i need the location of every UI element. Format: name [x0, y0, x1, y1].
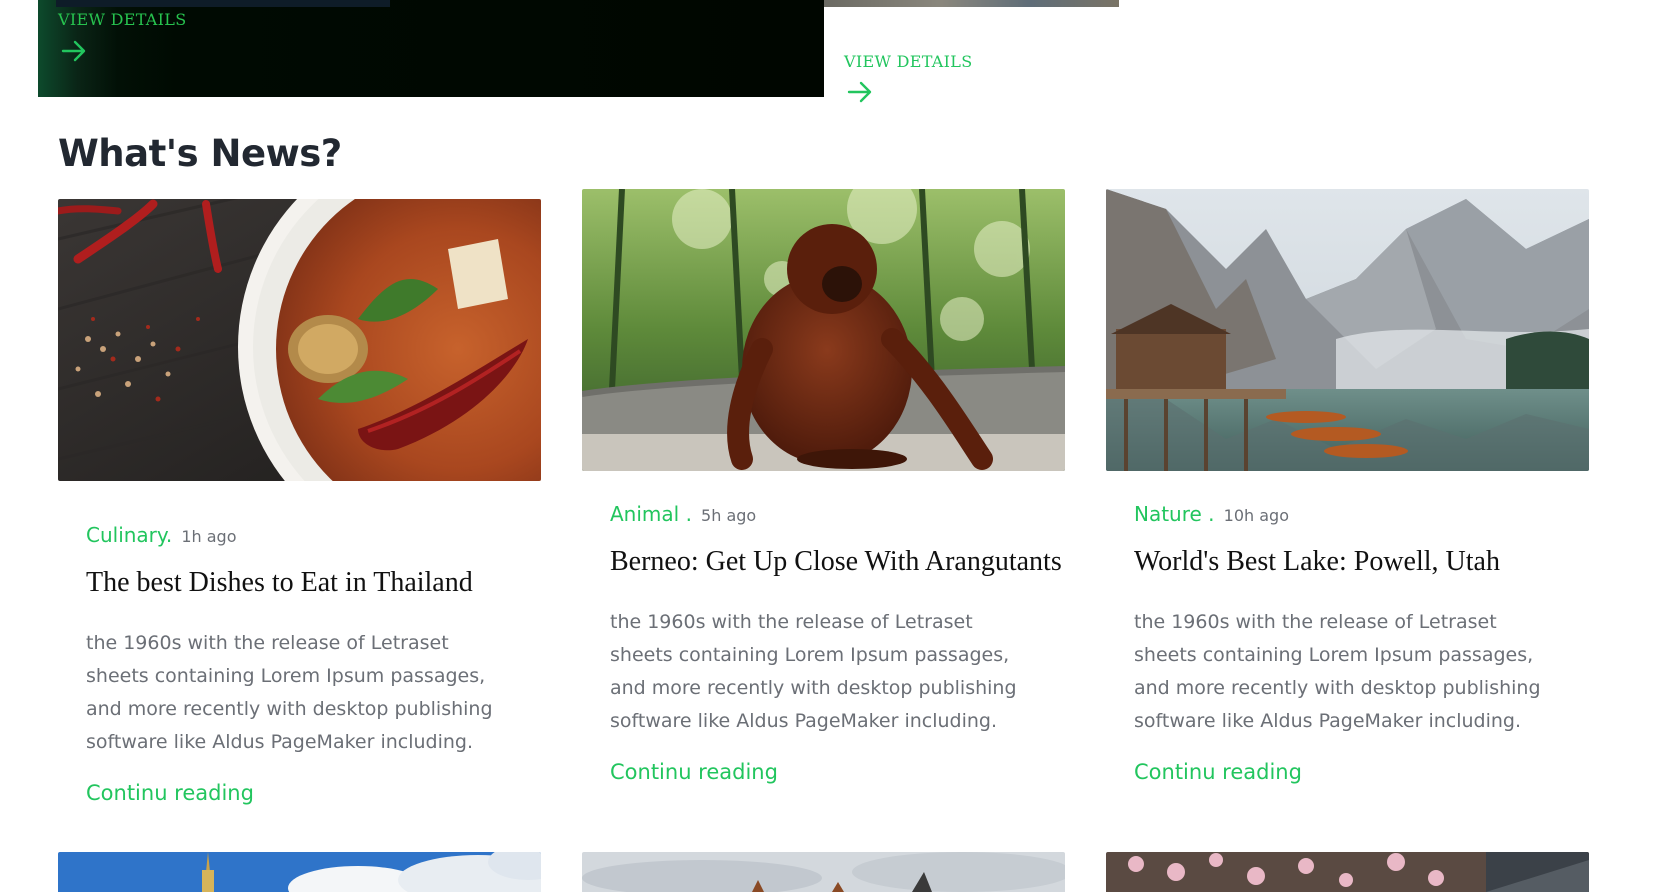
post-time: 1h ago: [181, 527, 237, 546]
orangutan-photo[interactable]: [582, 189, 1065, 471]
view-details-link[interactable]: VIEW DETAILS: [58, 10, 186, 29]
post-time: 10h ago: [1223, 506, 1289, 525]
arrow-right-icon[interactable]: [847, 81, 873, 103]
continue-reading-link[interactable]: Continu reading: [86, 781, 254, 805]
card-meta: Nature . 10h ago: [1134, 502, 1289, 526]
rooftops-photo[interactable]: [582, 852, 1065, 892]
card-excerpt: the 1960s with the release of Letraset s…: [86, 632, 493, 753]
card-meta: Animal . 5h ago: [610, 502, 756, 526]
continue-reading-link[interactable]: Continu reading: [1134, 760, 1302, 784]
hero-image-edge-right: [824, 0, 1119, 7]
category-link[interactable]: Animal .: [610, 502, 692, 526]
card-title[interactable]: Berneo: Get Up Close With Arangutants: [610, 546, 1062, 578]
category-link[interactable]: Nature .: [1134, 502, 1215, 526]
section-title: What's News?: [58, 132, 342, 175]
card-meta: Culinary. 1h ago: [86, 523, 237, 547]
hero-image-edge: [56, 0, 390, 7]
mountain-lake-photo[interactable]: [1106, 189, 1589, 471]
card-excerpt: the 1960s with the release of Letraset s…: [610, 611, 1017, 732]
continue-reading-link[interactable]: Continu reading: [610, 760, 778, 784]
card-excerpt: the 1960s with the release of Letraset s…: [1134, 611, 1541, 732]
card-title[interactable]: World's Best Lake: Powell, Utah: [1134, 546, 1500, 578]
blossom-photo[interactable]: [1106, 852, 1589, 892]
temple-sky-photo[interactable]: [58, 852, 541, 892]
view-details-link[interactable]: VIEW DETAILS: [844, 52, 972, 71]
arrow-right-icon[interactable]: [61, 40, 87, 62]
thai-curry-bowl-photo[interactable]: [58, 199, 541, 481]
card-title[interactable]: The best Dishes to Eat in Thailand: [86, 567, 473, 599]
category-link[interactable]: Culinary.: [86, 523, 172, 547]
post-time: 5h ago: [701, 506, 757, 525]
